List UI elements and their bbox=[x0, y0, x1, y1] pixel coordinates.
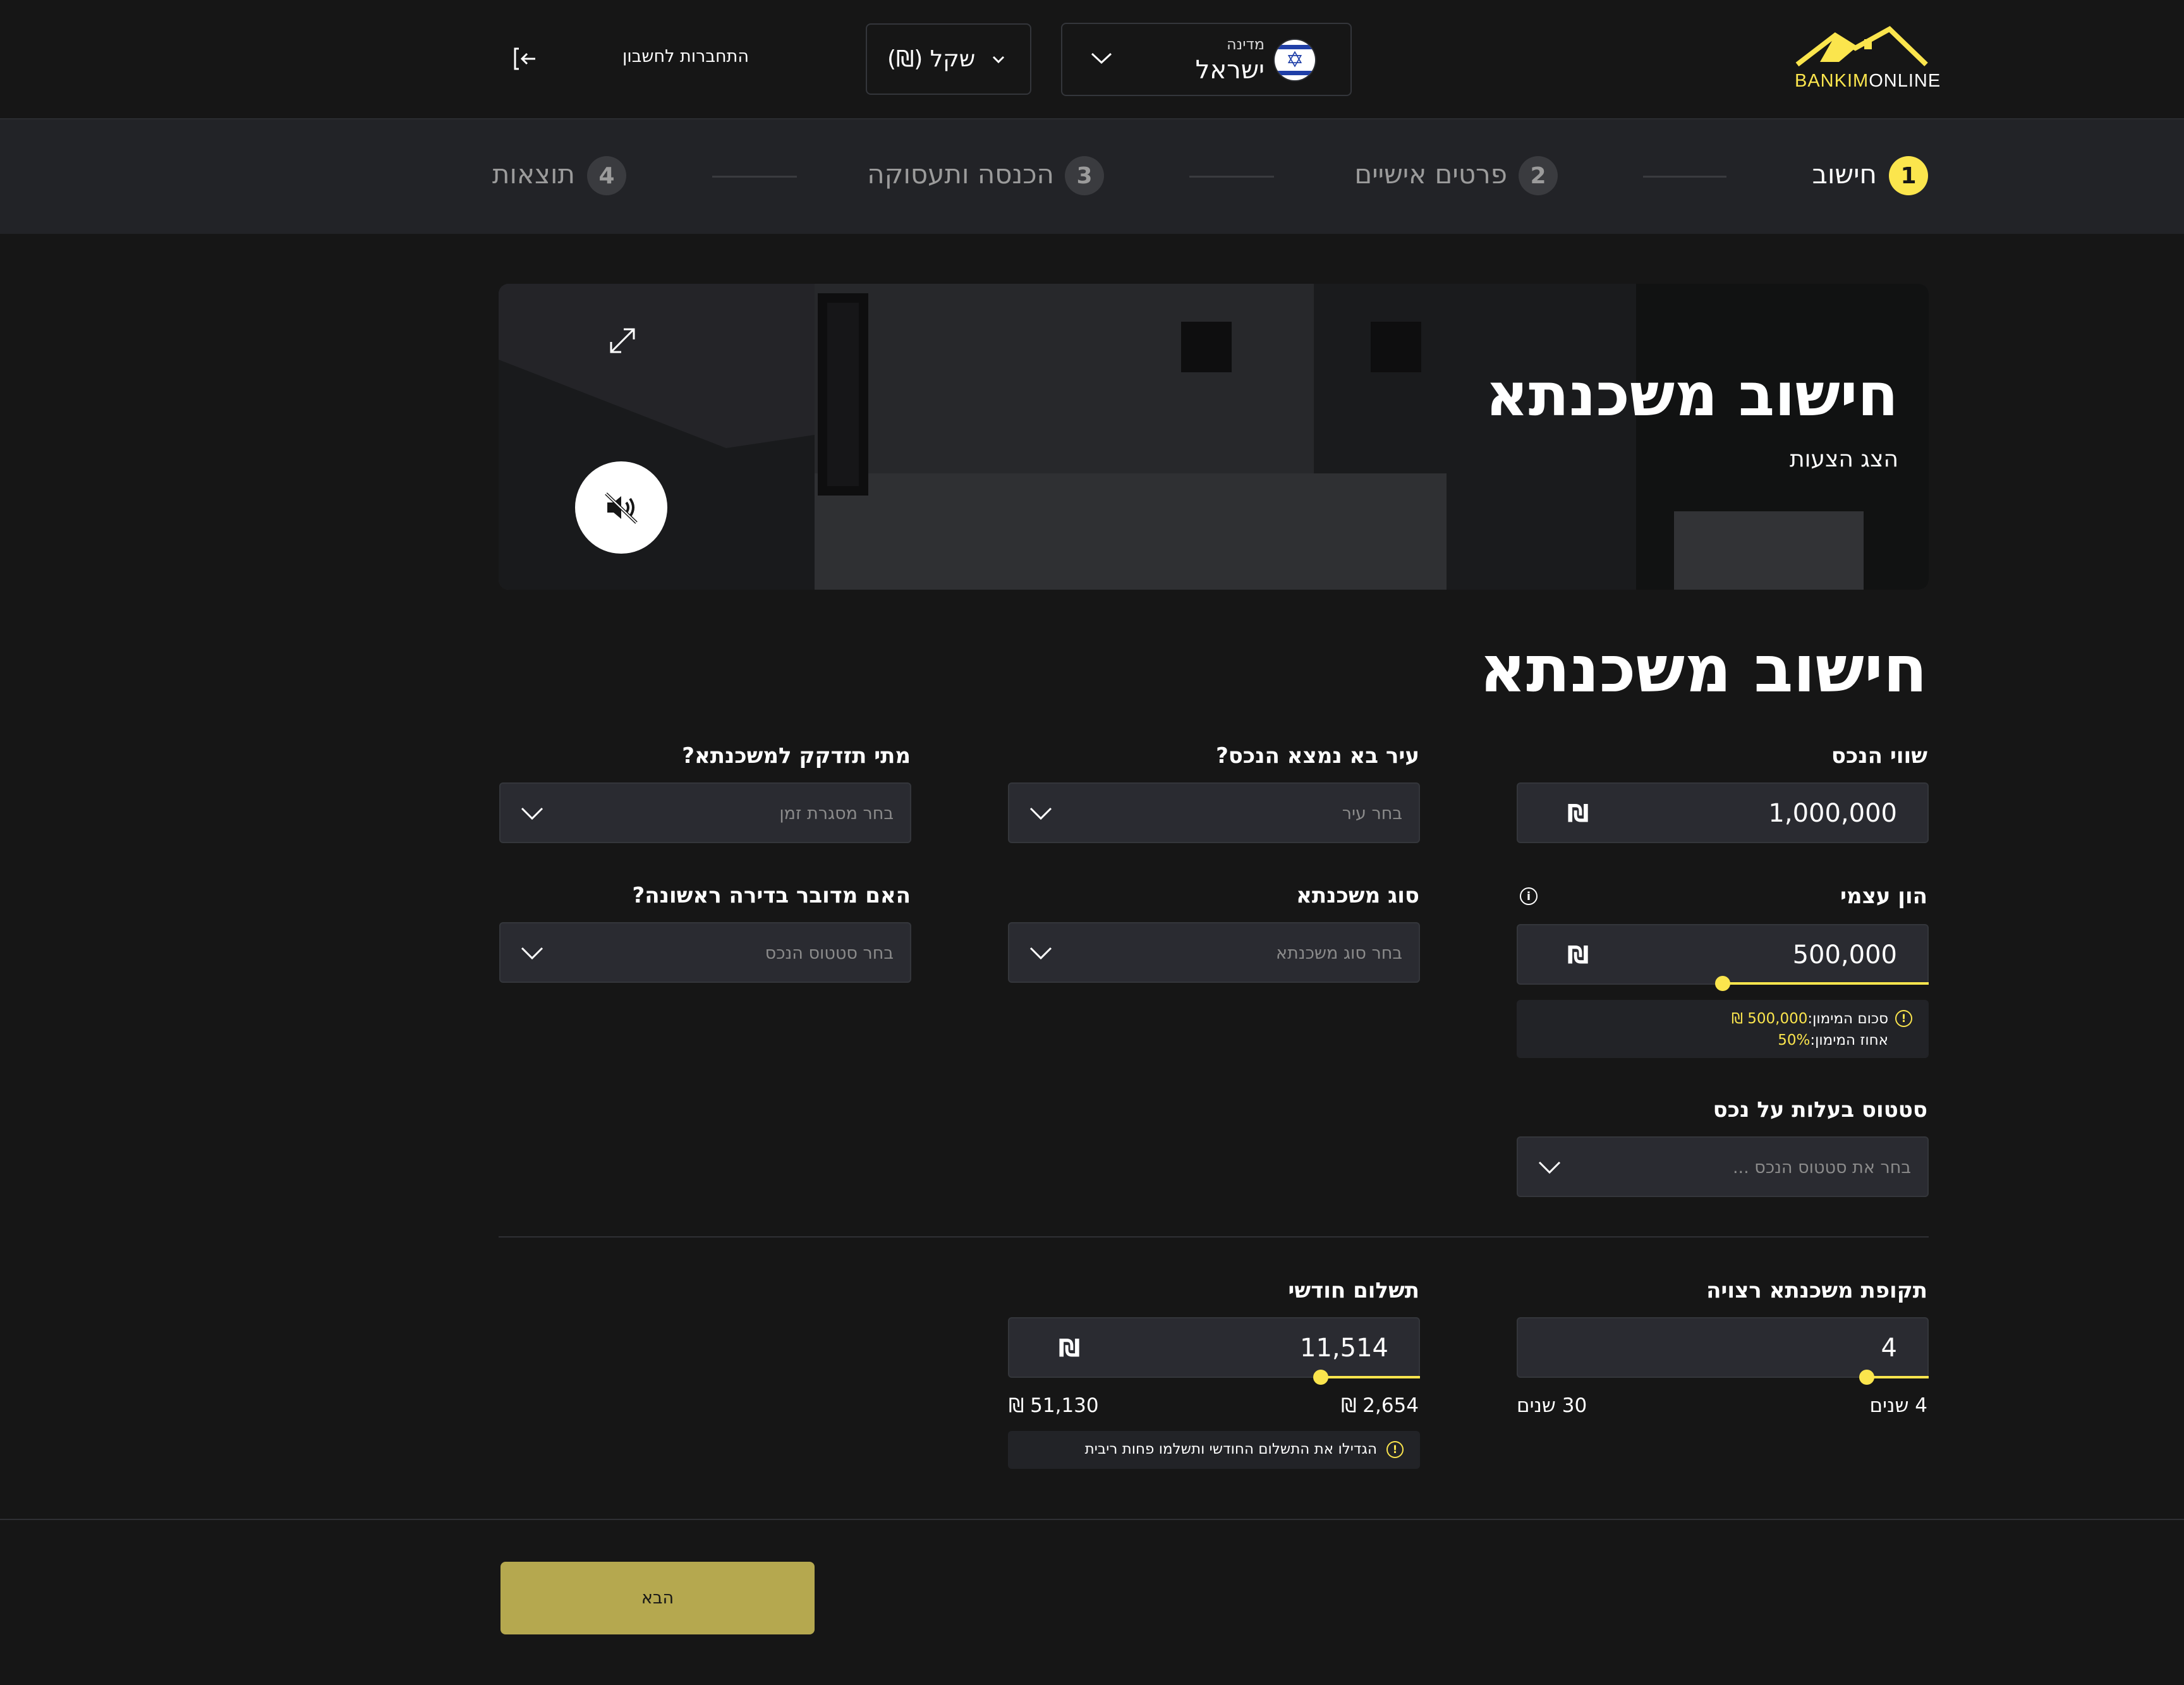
monthly-slider-thumb[interactable] bbox=[1313, 1370, 1328, 1385]
period-max-label: 30 שנים bbox=[1517, 1394, 1587, 1417]
hero-video: חישוב משכנתא הצג הצעות bbox=[499, 284, 1929, 590]
financing-amount-note: סכום המימון:500,000 ₪ bbox=[1731, 1011, 1888, 1027]
monthly-min-label: ₪ 2,654 bbox=[1341, 1394, 1419, 1417]
monthly-input[interactable]: 11,514 ₪ bbox=[1008, 1317, 1420, 1378]
when-needed-placeholder: בחר מסגרת זמן bbox=[779, 804, 894, 824]
chevron-down-icon bbox=[1029, 947, 1052, 960]
period-value: 4 bbox=[1881, 1334, 1897, 1363]
mute-icon bbox=[605, 492, 638, 524]
form-title: חישוב משכנתא bbox=[1479, 632, 1927, 707]
city-label: עיר בא נמצא הנכס? bbox=[1216, 743, 1419, 769]
period-input[interactable]: 4 bbox=[1517, 1317, 1929, 1378]
financing-percent-note: אחוז המימון:50% bbox=[1778, 1032, 1888, 1049]
israel-flag-icon: ✡ bbox=[1275, 40, 1315, 80]
chevron-down-icon bbox=[1029, 807, 1052, 820]
ownership-label: סטטוס בעלות על נכס bbox=[1713, 1097, 1927, 1122]
period-slider-track[interactable] bbox=[1867, 1376, 1929, 1378]
first-apartment-placeholder: בחר סטטוס הנכס bbox=[765, 944, 894, 963]
footer-divider bbox=[0, 1519, 2184, 1520]
next-button[interactable]: הבא bbox=[500, 1562, 815, 1634]
expand-icon[interactable] bbox=[607, 325, 638, 356]
currency-select[interactable]: שקל (₪) bbox=[866, 23, 1031, 95]
monthly-value: 11,514 bbox=[1300, 1334, 1388, 1363]
chevron-down-icon bbox=[1091, 52, 1112, 64]
logo[interactable]: BANKIMONLINE bbox=[1793, 25, 1940, 95]
hero-subtitle[interactable]: הצג הצעות bbox=[1790, 446, 1898, 472]
chevron-down-icon bbox=[521, 947, 543, 960]
equity-slider-track[interactable] bbox=[1723, 982, 1929, 985]
step-3-number: 3 bbox=[1065, 156, 1104, 195]
equity-value: 500,000 bbox=[1792, 940, 1897, 970]
monthly-slider-track[interactable] bbox=[1321, 1376, 1420, 1378]
step-4-number: 4 bbox=[587, 156, 626, 195]
step-1-number: 1 bbox=[1889, 156, 1928, 195]
ownership-placeholder: בחר את סטטוס הנכס ... bbox=[1732, 1158, 1911, 1177]
period-slider-thumb[interactable] bbox=[1859, 1370, 1874, 1385]
info-icon[interactable]: i bbox=[1520, 887, 1538, 905]
period-label: תקופת משכנתא רצויה bbox=[1706, 1278, 1927, 1303]
step-3-label: הכנסה ותעסוקה bbox=[867, 159, 1054, 190]
when-needed-select[interactable]: בחר מסגרת זמן bbox=[499, 782, 911, 843]
property-value-input[interactable]: 1,000,000 ₪ bbox=[1517, 782, 1929, 843]
login-link[interactable]: התחברות לחשבון bbox=[607, 47, 749, 66]
currency-value: שקל (₪) bbox=[887, 46, 976, 72]
first-apartment-label: האם מדובר בדירה ראשונה? bbox=[632, 883, 911, 908]
country-label: מדינה bbox=[1226, 35, 1265, 53]
property-value-value: 1,000,000 bbox=[1768, 799, 1897, 828]
chevron-down-icon bbox=[1538, 1161, 1561, 1174]
currency-symbol: ₪ bbox=[1567, 800, 1589, 827]
warning-icon: ! bbox=[1895, 1010, 1912, 1027]
when-needed-label: מתי תזדקק למשכנתא? bbox=[682, 743, 911, 769]
city-placeholder: בחר עיר bbox=[1342, 804, 1402, 824]
warning-icon: ! bbox=[1386, 1441, 1404, 1458]
step-separator bbox=[712, 176, 797, 178]
ownership-select[interactable]: בחר את סטטוס הנכס ... bbox=[1517, 1136, 1929, 1197]
monthly-note: ! הגדילו את התשלום החודשי ותשלמו פחות רי… bbox=[1008, 1431, 1420, 1469]
monthly-max-label: ₪ 51,130 bbox=[1009, 1394, 1099, 1417]
first-apartment-select[interactable]: בחר סטטוס הנכס bbox=[499, 922, 911, 983]
progress-steps: 1 חישוב 2 פרטים אישיים 3 הכנסה ותעסוקה 4… bbox=[0, 119, 2184, 234]
top-header: BANKIMONLINE ✡ מדינה ישראל שקל (₪) התחבר… bbox=[0, 0, 2184, 119]
step-separator bbox=[1643, 176, 1726, 178]
step-2-number: 2 bbox=[1519, 156, 1558, 195]
logo-roof-icon bbox=[1795, 26, 1928, 67]
equity-label: הון עצמי bbox=[1840, 884, 1927, 909]
step-2-label: פרטים אישיים bbox=[1354, 159, 1507, 190]
chevron-down-icon bbox=[992, 56, 1005, 64]
mortgage-type-label: סוג משכנתא bbox=[1296, 883, 1419, 908]
mute-button[interactable] bbox=[575, 461, 667, 554]
step-separator bbox=[1189, 176, 1274, 178]
currency-symbol: ₪ bbox=[1059, 1334, 1081, 1362]
country-value: ישראל bbox=[1195, 56, 1265, 85]
step-4-label: תוצאות bbox=[492, 159, 575, 190]
logo-text: BANKIMONLINE bbox=[1795, 71, 1941, 91]
city-select[interactable]: בחר עיר bbox=[1008, 782, 1420, 843]
chevron-down-icon bbox=[521, 807, 543, 820]
country-select[interactable]: ✡ מדינה ישראל bbox=[1061, 23, 1352, 96]
logout-icon[interactable] bbox=[513, 46, 539, 72]
mortgage-type-placeholder: בחר סוג משכנתא bbox=[1275, 944, 1402, 963]
hero-background-image bbox=[499, 284, 1929, 590]
hero-title: חישוב משכנתא bbox=[1485, 361, 1898, 430]
equity-slider-thumb[interactable] bbox=[1715, 976, 1730, 991]
mortgage-type-select[interactable]: בחר סוג משכנתא bbox=[1008, 922, 1420, 983]
property-value-label: שווי הנכס bbox=[1831, 743, 1927, 769]
monthly-label: תשלום חודשי bbox=[1288, 1278, 1419, 1303]
step-1-label: חישוב bbox=[1812, 159, 1877, 190]
currency-symbol: ₪ bbox=[1567, 941, 1589, 969]
period-min-label: 4 שנים bbox=[1869, 1394, 1927, 1417]
section-divider bbox=[499, 1236, 1929, 1238]
monthly-note-text: הגדילו את התשלום החודשי ותשלמו פחות ריבי… bbox=[1084, 1441, 1377, 1457]
equity-note: ! סכום המימון:500,000 ₪ אחוז המימון:50% bbox=[1517, 1000, 1929, 1058]
